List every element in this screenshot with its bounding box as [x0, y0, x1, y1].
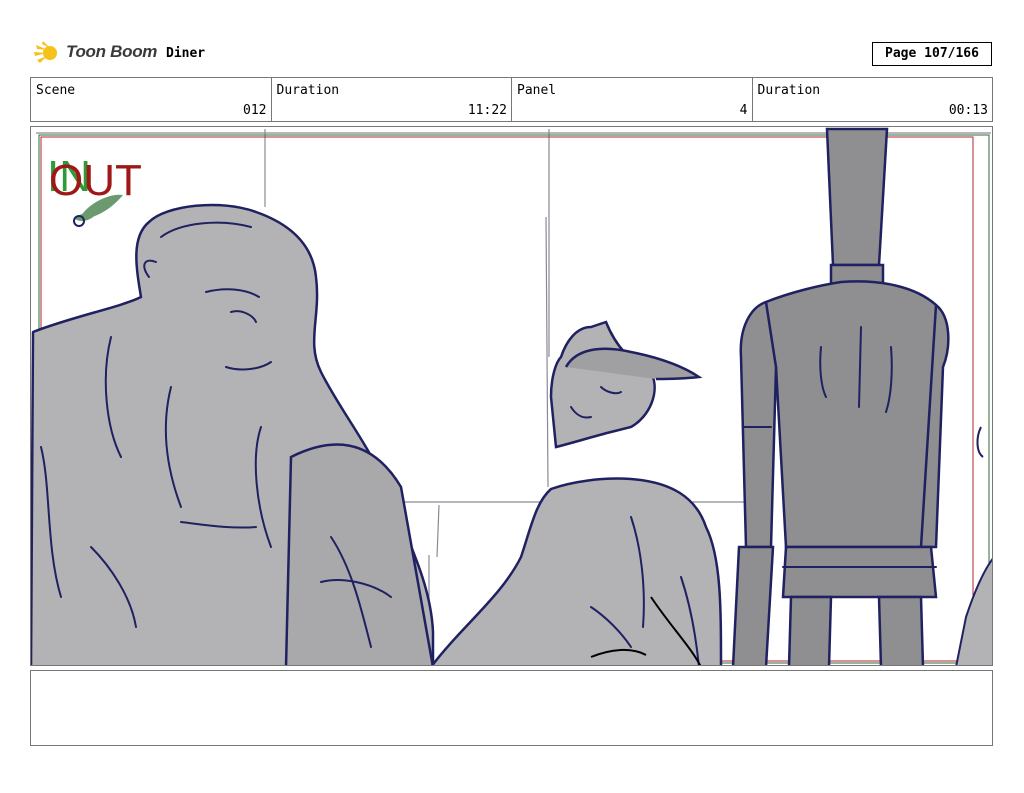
panel-duration-value: 00:13 [948, 103, 988, 118]
small-character-sketch [430, 320, 723, 665]
large-character-sketch [31, 203, 435, 665]
panel-duration-cell: Duration 00:13 [753, 78, 993, 121]
scene-duration-cell: Duration 11:22 [272, 78, 512, 121]
scene-duration-label: Duration [276, 83, 340, 98]
panel-label: Panel [517, 83, 557, 98]
out-marker: OUT [49, 156, 142, 205]
panel-value: 4 [739, 103, 748, 118]
droid-character-sketch [731, 127, 950, 665]
logo-text: Toon Boom [66, 42, 158, 61]
scene-duration-value: 11:22 [467, 103, 507, 118]
scene-cell: Scene 012 [31, 78, 272, 121]
scene-label: Scene [36, 83, 76, 98]
panel-sketch: IN OUT [31, 127, 992, 665]
storyboard-panel: IN OUT [30, 126, 993, 666]
panel-info-row: Scene 012 Duration 11:22 Panel 4 Duratio… [30, 77, 993, 122]
project-title: Diner [166, 46, 206, 61]
panel-cell: Panel 4 [512, 78, 753, 121]
scene-value: 012 [243, 103, 267, 118]
page-number: Page 107/166 [872, 42, 992, 66]
panel-notes-box [30, 670, 993, 746]
panel-duration-label: Duration [757, 83, 821, 98]
edge-character-sketch [955, 426, 992, 665]
